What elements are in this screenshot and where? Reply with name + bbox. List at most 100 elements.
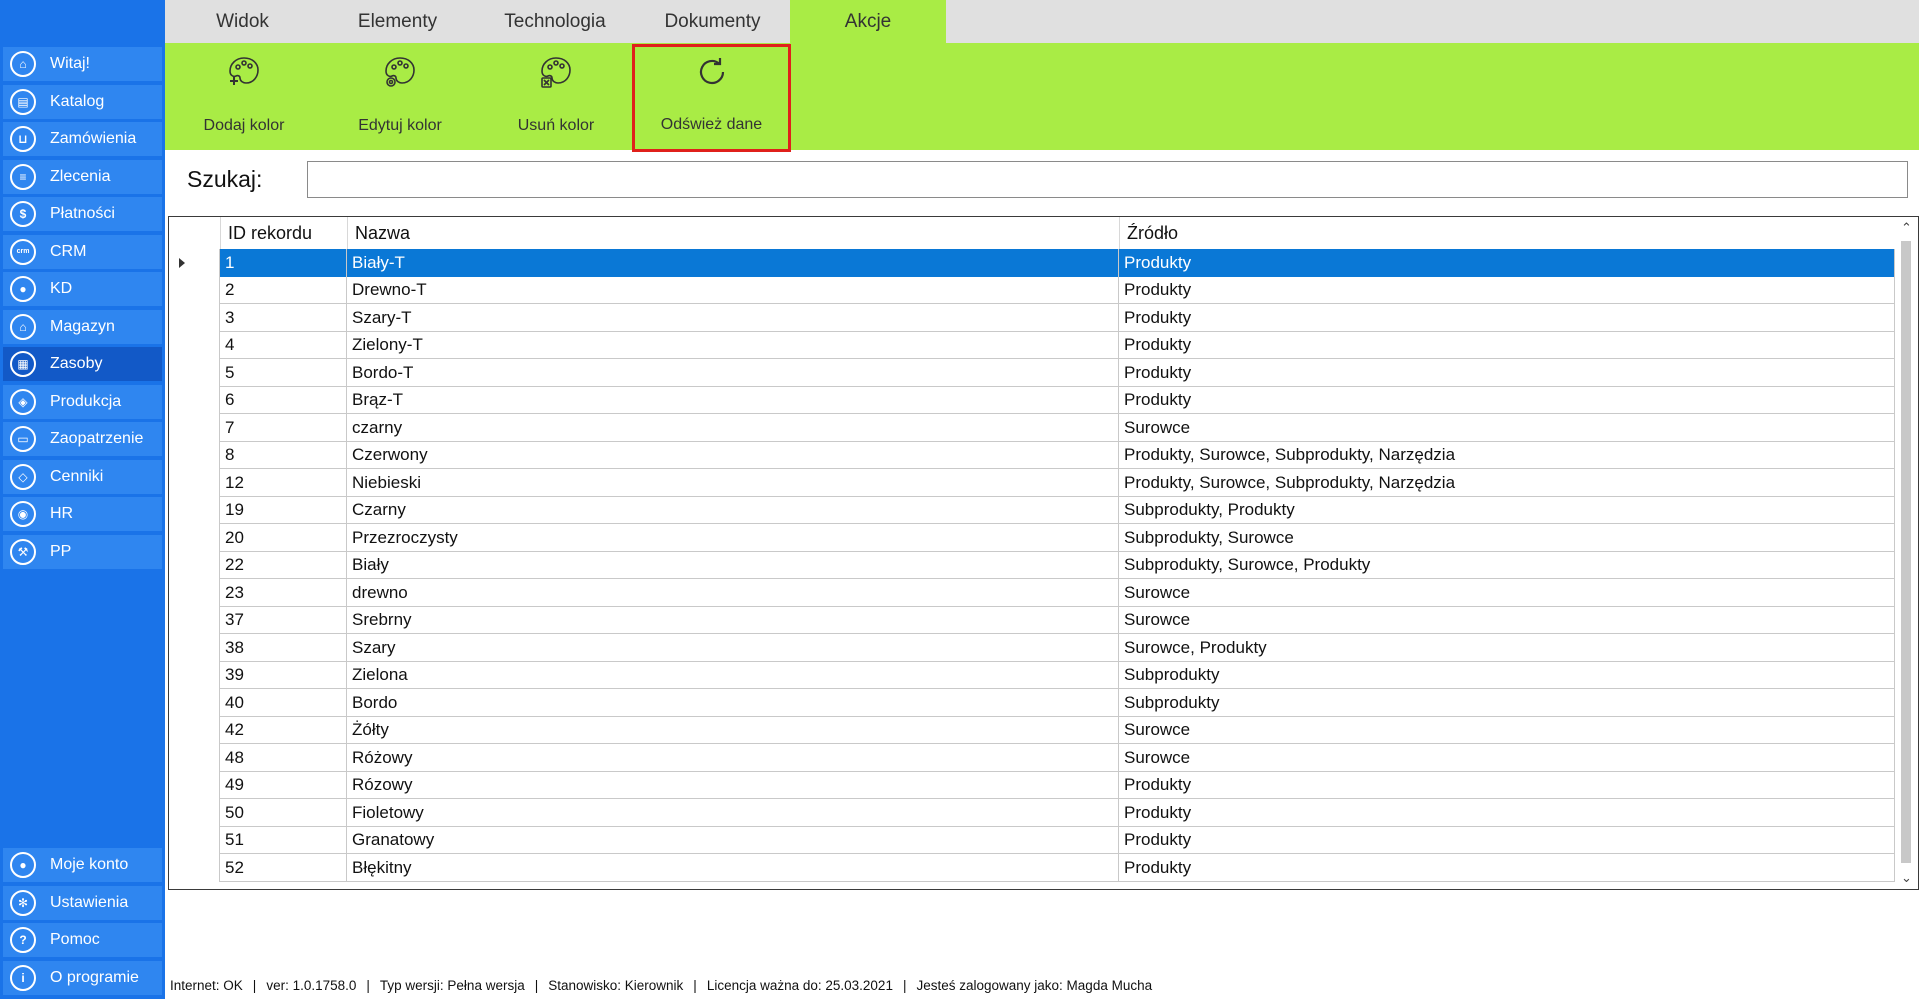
sidebar-item-kd[interactable]: ● KD <box>3 272 162 306</box>
row-header[interactable] <box>169 359 220 387</box>
sidebar-item-produkcja[interactable]: ◈ Produkcja <box>3 384 162 419</box>
cell-nazwa[interactable]: Bordo-T <box>347 359 1119 387</box>
cell-zrodlo[interactable]: Produkty <box>1119 359 1895 387</box>
table-row[interactable]: 8 Czerwony Produkty, Surowce, Subprodukty,… <box>169 441 1895 469</box>
cell-zrodlo[interactable]: Surowce <box>1119 606 1895 634</box>
row-header[interactable] <box>169 524 220 552</box>
cell-nazwa[interactable]: Szary <box>347 634 1119 662</box>
cell-nazwa[interactable]: Żółty <box>347 716 1119 744</box>
table-row[interactable]: 38 Szary Surowce, Produkty <box>169 634 1895 662</box>
cell-id[interactable]: 51 <box>220 826 347 854</box>
table-row[interactable]: 48 Różowy Surowce <box>169 744 1895 772</box>
row-header[interactable] <box>169 249 220 277</box>
cell-nazwa[interactable]: Fioletowy <box>347 799 1119 827</box>
vertical-scrollbar[interactable]: ⌃ ⌄ <box>1895 217 1918 889</box>
cell-zrodlo[interactable]: Produkty, Surowce, Subprodukty, Narzędzi… <box>1119 441 1895 469</box>
table-row[interactable]: 6 Brąz-T Produkty <box>169 386 1895 414</box>
cell-id[interactable]: 22 <box>220 551 347 579</box>
cell-zrodlo[interactable]: Produkty, Surowce, Subprodukty, Narzędzi… <box>1119 469 1895 497</box>
cell-zrodlo[interactable]: Produkty <box>1119 249 1895 277</box>
table-row[interactable]: 20 Przezroczysty Subprodukty, Surowce <box>169 524 1895 552</box>
cell-zrodlo[interactable]: Surowce <box>1119 414 1895 442</box>
cell-id[interactable]: 8 <box>220 441 347 469</box>
cell-nazwa[interactable]: Brąz-T <box>347 386 1119 414</box>
cell-nazwa[interactable]: Szary-T <box>347 304 1119 332</box>
sidebar-item-zaopatrzenie[interactable]: ▭ Zaopatrzenie <box>3 422 162 456</box>
cell-zrodlo[interactable]: Subprodukty, Surowce <box>1119 524 1895 552</box>
row-header[interactable] <box>169 276 220 304</box>
scroll-down-icon[interactable]: ⌄ <box>1895 867 1918 889</box>
cell-nazwa[interactable]: Różowy <box>347 744 1119 772</box>
table-row[interactable]: 12 Niebieski Produkty, Surowce, Subprodukt… <box>169 469 1895 497</box>
table-row[interactable]: 49 Rózowy Produkty <box>169 771 1895 799</box>
cell-zrodlo[interactable]: Surowce <box>1119 744 1895 772</box>
row-header[interactable] <box>169 826 220 854</box>
sidebar-item-zamówienia[interactable]: ⊔ Zamówienia <box>3 122 162 156</box>
cell-id[interactable]: 4 <box>220 331 347 359</box>
row-header[interactable] <box>169 744 220 772</box>
cell-zrodlo[interactable]: Subprodukty <box>1119 661 1895 689</box>
cell-id[interactable]: 42 <box>220 716 347 744</box>
row-header[interactable] <box>169 304 220 332</box>
sidebar-item-katalog[interactable]: ▤ Katalog <box>3 84 162 119</box>
row-header[interactable] <box>169 854 220 882</box>
sidebar-item-płatności[interactable]: $ Płatności <box>3 197 162 231</box>
tab-akcje[interactable]: Akcje <box>790 0 946 43</box>
cell-zrodlo[interactable]: Subprodukty, Produkty <box>1119 496 1895 524</box>
scroll-thumb[interactable] <box>1901 241 1911 863</box>
cell-zrodlo[interactable]: Subprodukty <box>1119 689 1895 717</box>
column-header-id[interactable]: ID rekordu <box>220 217 347 249</box>
table-row[interactable]: 4 Zielony-T Produkty <box>169 331 1895 359</box>
cell-id[interactable]: 1 <box>220 249 347 277</box>
cell-id[interactable]: 23 <box>220 579 347 607</box>
cell-zrodlo[interactable]: Produkty <box>1119 276 1895 304</box>
cell-id[interactable]: 2 <box>220 276 347 304</box>
cell-id[interactable]: 12 <box>220 469 347 497</box>
cell-id[interactable]: 48 <box>220 744 347 772</box>
row-header[interactable] <box>169 606 220 634</box>
cell-id[interactable]: 52 <box>220 854 347 882</box>
sidebar-item-zlecenia[interactable]: ≡ Zlecenia <box>3 159 162 194</box>
table-row[interactable]: 19 Czarny Subprodukty, Produkty <box>169 496 1895 524</box>
cell-zrodlo[interactable]: Produkty <box>1119 331 1895 359</box>
row-header[interactable] <box>169 496 220 524</box>
tab-elementy[interactable]: Elementy <box>320 0 475 43</box>
cell-nazwa[interactable]: Czarny <box>347 496 1119 524</box>
column-header-zrodlo[interactable]: Źródło <box>1119 217 1895 249</box>
cell-zrodlo[interactable]: Surowce <box>1119 579 1895 607</box>
cell-id[interactable]: 5 <box>220 359 347 387</box>
cell-nazwa[interactable]: drewno <box>347 579 1119 607</box>
cell-nazwa[interactable]: Bordo <box>347 689 1119 717</box>
tab-dokumenty[interactable]: Dokumenty <box>635 0 790 43</box>
add-color-button[interactable]: Dodaj kolor <box>166 43 322 150</box>
table-row[interactable]: 3 Szary-T Produkty <box>169 304 1895 332</box>
sidebar-item-zasoby[interactable]: ▦ Zasoby <box>3 347 162 381</box>
cell-zrodlo[interactable]: Produkty <box>1119 854 1895 882</box>
cell-zrodlo[interactable]: Surowce, Produkty <box>1119 634 1895 662</box>
cell-id[interactable]: 50 <box>220 799 347 827</box>
column-header-nazwa[interactable]: Nazwa <box>347 217 1119 249</box>
table-row[interactable]: 40 Bordo Subprodukty <box>169 689 1895 717</box>
table-row[interactable]: 1 Biały-T Produkty <box>169 249 1895 277</box>
cell-nazwa[interactable]: Niebieski <box>347 469 1119 497</box>
cell-nazwa[interactable]: Przezroczysty <box>347 524 1119 552</box>
row-header[interactable] <box>169 799 220 827</box>
tab-technologia[interactable]: Technologia <box>475 0 635 43</box>
row-header[interactable] <box>169 414 220 442</box>
row-header[interactable] <box>169 469 220 497</box>
sidebar-item-moje-konto[interactable]: ● Moje konto <box>3 848 162 882</box>
sidebar-item-crm[interactable]: crm CRM <box>3 234 162 269</box>
cell-nazwa[interactable]: Zielona <box>347 661 1119 689</box>
sidebar-item-o-programie[interactable]: i O programie <box>3 960 162 995</box>
row-header[interactable] <box>169 579 220 607</box>
cell-nazwa[interactable]: Błękitny <box>347 854 1119 882</box>
cell-id[interactable]: 49 <box>220 771 347 799</box>
table-row[interactable]: 39 Zielona Subprodukty <box>169 661 1895 689</box>
cell-id[interactable]: 20 <box>220 524 347 552</box>
cell-zrodlo[interactable]: Surowce <box>1119 716 1895 744</box>
cell-nazwa[interactable]: Zielony-T <box>347 331 1119 359</box>
cell-nazwa[interactable]: Biały-T <box>347 249 1119 277</box>
delete-color-button[interactable]: Usuń kolor <box>478 43 634 150</box>
row-header[interactable] <box>169 689 220 717</box>
cell-id[interactable]: 7 <box>220 414 347 442</box>
